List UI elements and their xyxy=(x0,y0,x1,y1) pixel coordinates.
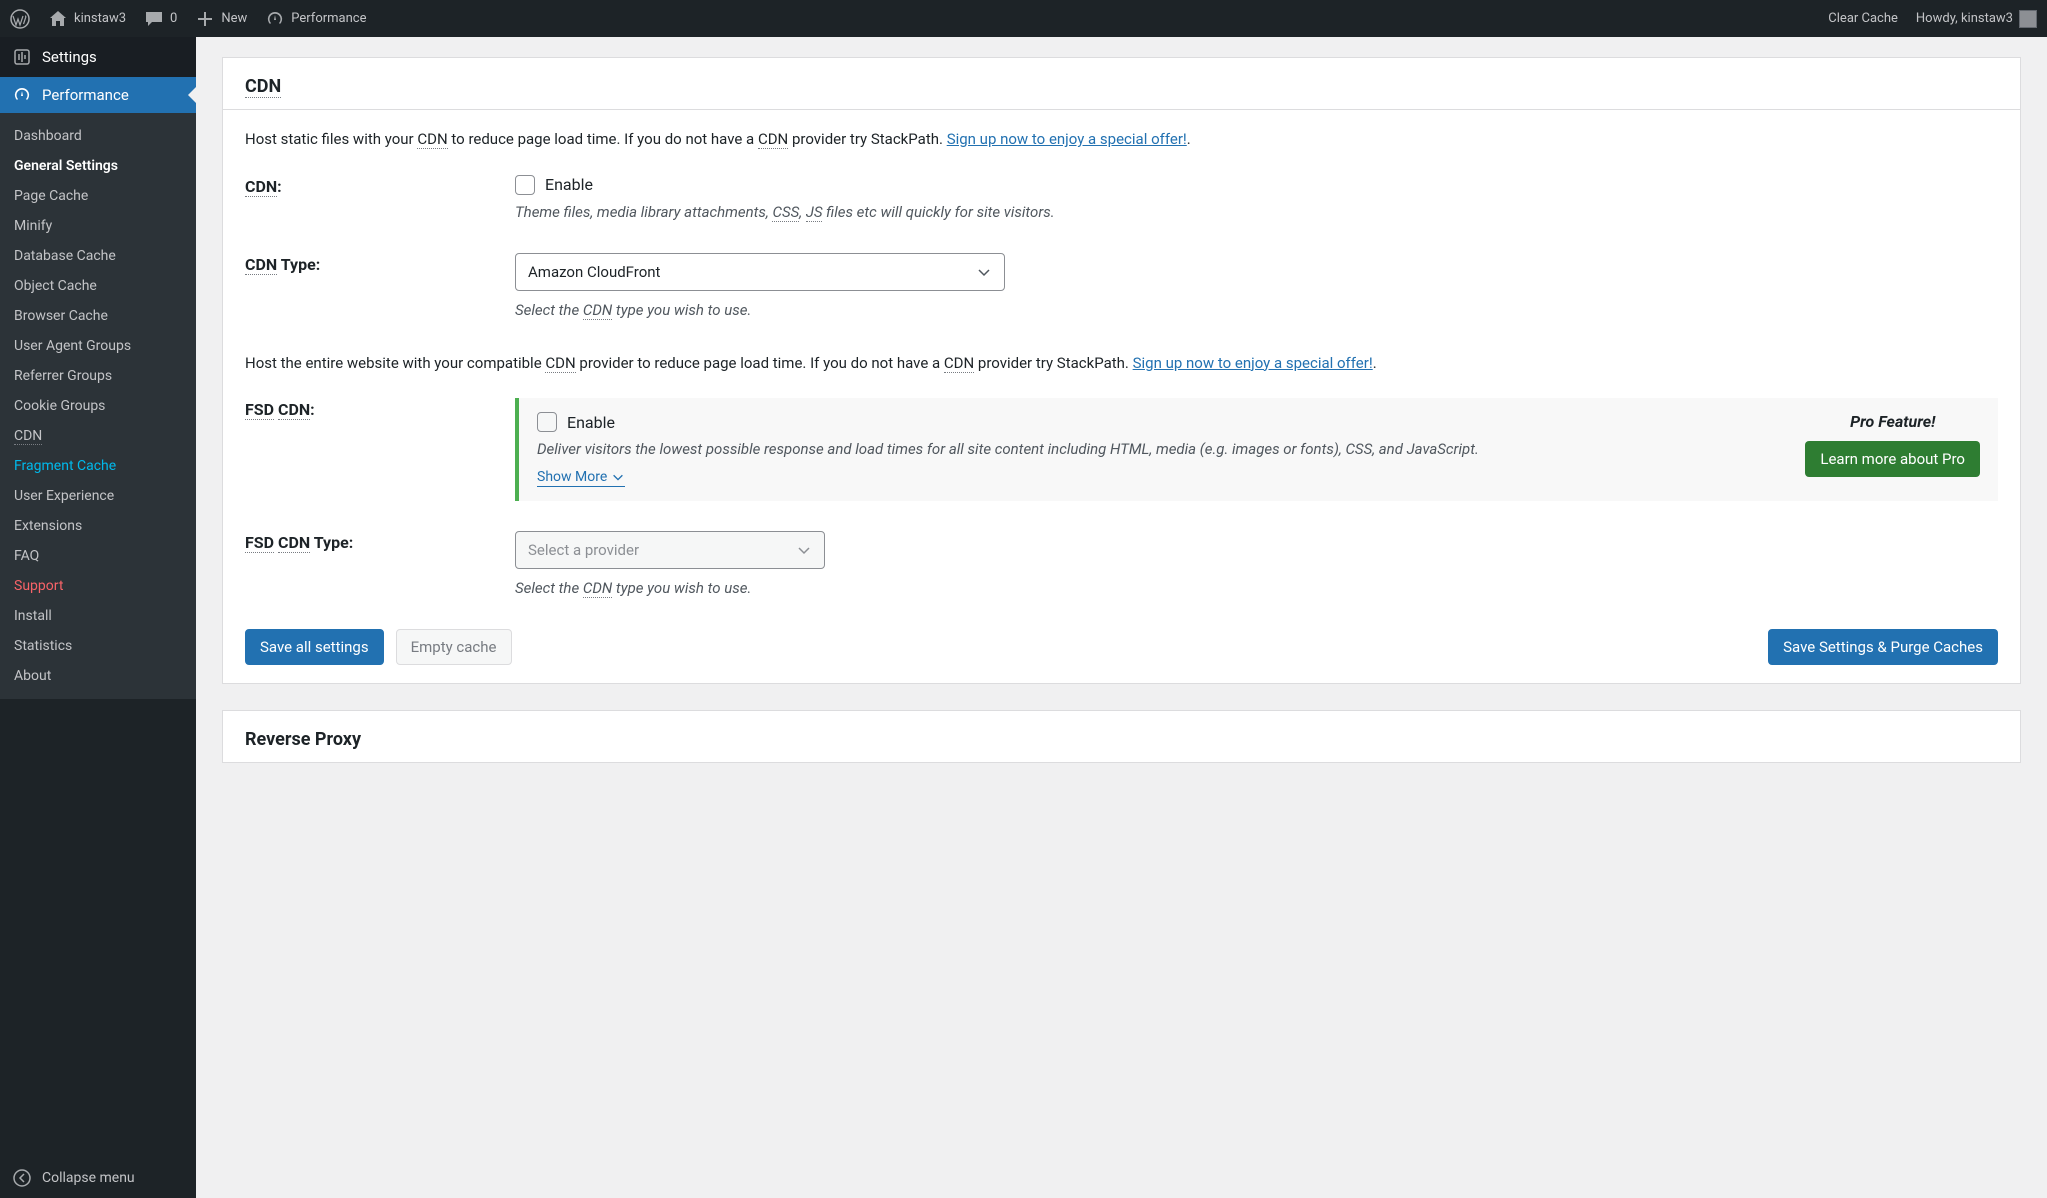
fsd-type-placeholder: Select a provider xyxy=(528,541,639,559)
sidebar-item-faq[interactable]: FAQ xyxy=(0,541,196,571)
cdn-enable-checkbox[interactable] xyxy=(515,175,535,195)
performance-submenu: DashboardGeneral SettingsPage CacheMinif… xyxy=(0,113,196,699)
sidebar-item-browser-cache[interactable]: Browser Cache xyxy=(0,301,196,331)
site-name-text: kinstaw3 xyxy=(74,11,126,26)
avatar xyxy=(2019,10,2037,28)
performance-label: Performance xyxy=(42,86,129,104)
cdn-type-select[interactable]: Amazon CloudFront xyxy=(515,253,1005,291)
sidebar-item-general-settings[interactable]: General Settings xyxy=(0,151,196,181)
main-content: CDN Host static files with your CDN to r… xyxy=(196,37,2047,1198)
settings-label: Settings xyxy=(42,48,97,66)
performance-icon xyxy=(12,85,32,105)
sidebar-item-support[interactable]: Support xyxy=(0,571,196,601)
chevron-down-icon xyxy=(796,542,812,558)
wp-logo[interactable] xyxy=(10,9,30,29)
sidebar-item-page-cache[interactable]: Page Cache xyxy=(0,181,196,211)
comment-icon xyxy=(144,9,164,29)
save-all-settings-button[interactable]: Save all settings xyxy=(245,629,384,665)
adminbar-performance-label: Performance xyxy=(291,11,366,26)
admin-sidebar: Settings Performance DashboardGeneral Se… xyxy=(0,37,196,1198)
save-purge-button[interactable]: Save Settings & Purge Caches xyxy=(1768,629,1998,665)
button-row: Save all settings Empty cache Save Setti… xyxy=(245,629,1998,665)
sidebar-item-extensions[interactable]: Extensions xyxy=(0,511,196,541)
fsd-type-hint: Select the CDN type you wish to use. xyxy=(515,577,1998,600)
sidebar-item-minify[interactable]: Minify xyxy=(0,211,196,241)
sidebar-item-user-agent-groups[interactable]: User Agent Groups xyxy=(0,331,196,361)
sidebar-item-fragment-cache[interactable]: Fragment Cache xyxy=(0,451,196,481)
pro-feature-box: Enable Deliver visitors the lowest possi… xyxy=(515,398,1998,501)
panel-title: CDN xyxy=(245,76,281,98)
stackpath-signup-link-1[interactable]: Sign up now to enjoy a special offer! xyxy=(947,130,1187,148)
cdn-type-hint: Select the CDN type you wish to use. xyxy=(515,299,1998,322)
sidebar-item-referrer-groups[interactable]: Referrer Groups xyxy=(0,361,196,391)
new-label: New xyxy=(221,11,247,26)
sidebar-item-statistics[interactable]: Statistics xyxy=(0,631,196,661)
fsd-cdn-type-label: FSD CDN Type: xyxy=(245,531,515,600)
empty-cache-button[interactable]: Empty cache xyxy=(396,629,512,665)
performance-link[interactable]: Performance xyxy=(265,9,366,29)
cdn-description-1: Host static files with your CDN to reduc… xyxy=(245,128,1998,151)
fsd-cdn-label: FSD CDN: xyxy=(245,398,515,513)
sidebar-performance[interactable]: Performance xyxy=(0,77,196,113)
sidebar-item-user-experience[interactable]: User Experience xyxy=(0,481,196,511)
cdn-enable-hint: Theme files, media library attachments, … xyxy=(515,201,1998,224)
stackpath-signup-link-2[interactable]: Sign up now to enjoy a special offer! xyxy=(1133,354,1373,372)
sidebar-item-dashboard[interactable]: Dashboard xyxy=(0,121,196,151)
home-icon xyxy=(48,9,68,29)
cdn-enable-text: Enable xyxy=(545,175,593,194)
admin-bar: kinstaw3 0 New Performance Clear Cache H… xyxy=(0,0,2047,37)
fsd-cdn-type-select: Select a provider xyxy=(515,531,825,569)
chevron-down-icon xyxy=(976,264,992,280)
sidebar-item-install[interactable]: Install xyxy=(0,601,196,631)
cdn-enable-label: CDN: xyxy=(245,175,515,224)
show-more-toggle[interactable]: Show More xyxy=(537,469,625,487)
sidebar-item-database-cache[interactable]: Database Cache xyxy=(0,241,196,271)
collapse-label: Collapse menu xyxy=(42,1170,135,1186)
reverse-proxy-panel: Reverse Proxy xyxy=(222,710,2021,763)
collapse-menu[interactable]: Collapse menu xyxy=(0,1158,196,1198)
plus-icon xyxy=(195,9,215,29)
fsd-enable-checkbox xyxy=(537,412,557,432)
gauge-icon xyxy=(265,9,285,29)
cdn-panel: CDN Host static files with your CDN to r… xyxy=(222,57,2021,684)
learn-more-pro-button[interactable]: Learn more about Pro xyxy=(1805,441,1980,477)
cdn-type-value: Amazon CloudFront xyxy=(528,263,660,281)
collapse-icon xyxy=(12,1168,32,1188)
chevron-down-icon xyxy=(611,470,625,484)
cdn-type-label: CDN Type: xyxy=(245,253,515,322)
fsd-hint: Deliver visitors the lowest possible res… xyxy=(537,438,1785,461)
site-name-link[interactable]: kinstaw3 xyxy=(48,9,126,29)
reverse-proxy-title: Reverse Proxy xyxy=(245,729,361,750)
clear-cache-link[interactable]: Clear Cache xyxy=(1828,11,1898,26)
sidebar-item-about[interactable]: About xyxy=(0,661,196,691)
sidebar-settings[interactable]: Settings xyxy=(0,37,196,77)
settings-icon xyxy=(12,47,32,67)
sidebar-item-cookie-groups[interactable]: Cookie Groups xyxy=(0,391,196,421)
sidebar-item-object-cache[interactable]: Object Cache xyxy=(0,271,196,301)
cdn-panel-header: CDN xyxy=(223,58,2020,110)
comment-count: 0 xyxy=(170,11,177,26)
sidebar-item-cdn[interactable]: CDN xyxy=(0,421,196,451)
pro-feature-title: Pro Feature! xyxy=(1805,412,1980,431)
howdy-text: Howdy, kinstaw3 xyxy=(1916,11,2013,26)
new-content-link[interactable]: New xyxy=(195,9,247,29)
cdn-description-2: Host the entire website with your compat… xyxy=(245,352,1998,375)
fsd-enable-text: Enable xyxy=(567,413,615,432)
comments-link[interactable]: 0 xyxy=(144,9,177,29)
profile-link[interactable]: Howdy, kinstaw3 xyxy=(1916,10,2037,28)
